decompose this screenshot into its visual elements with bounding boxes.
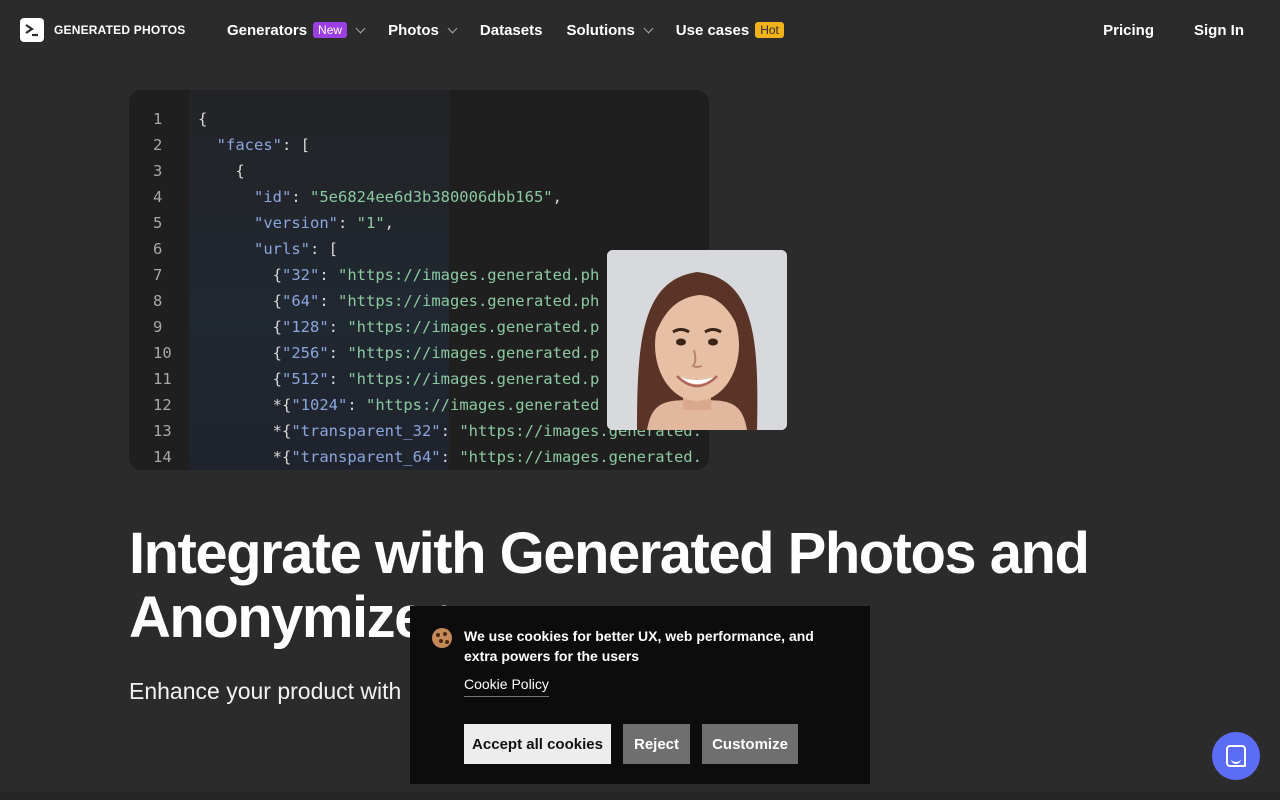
new-badge: New <box>313 22 348 38</box>
menu-solutions-label: Solutions <box>566 21 635 39</box>
menu-generators-label: Generators <box>227 21 308 39</box>
cookie-policy-link[interactable]: Cookie Policy <box>464 676 549 697</box>
menu-photos[interactable]: Photos <box>388 21 458 39</box>
cookie-banner: We use cookies for better UX, web perfor… <box>410 606 870 784</box>
code-text: { <box>235 162 245 180</box>
cookie-message: We use cookies for better UX, web perfor… <box>464 628 814 664</box>
chevron-down-icon <box>447 23 458 33</box>
top-nav: GENERATED PHOTOS Generators New Photos D… <box>0 0 1280 60</box>
menu-solutions[interactable]: Solutions <box>566 21 654 39</box>
main-menu: Generators New Photos Datasets Solutions… <box>227 0 808 60</box>
chat-icon <box>1226 745 1246 767</box>
nav-right: Pricing Sign In <box>1103 0 1244 60</box>
brand-logo[interactable]: GENERATED PHOTOS <box>20 18 185 42</box>
code-text: "id": "5e6824ee6d3b380006dbb165", <box>254 188 562 206</box>
line-number: 2 <box>153 136 163 154</box>
generated-face-photo <box>607 250 787 430</box>
code-text: "version": "1", <box>254 214 395 232</box>
accept-cookies-button[interactable]: Accept all cookies <box>464 724 611 764</box>
menu-photos-label: Photos <box>388 21 439 39</box>
line-number: 13 <box>153 422 172 440</box>
code-text: {"256": "https://images.generated.p <box>272 344 600 362</box>
code-text: {"32": "https://images.generated.ph <box>272 266 600 284</box>
sign-in-link[interactable]: Sign In <box>1194 22 1244 39</box>
code-text: *{"1024": "https://images.generated <box>272 396 600 414</box>
cookie-icon <box>432 628 452 648</box>
customize-cookies-button[interactable]: Customize <box>702 724 798 764</box>
code-text: "urls": [ <box>254 240 338 258</box>
menu-datasets-label: Datasets <box>479 21 543 39</box>
line-number: 8 <box>153 292 163 310</box>
code-text: *{"transparent_64": "https://images.gene… <box>272 448 702 466</box>
line-number: 10 <box>153 344 172 362</box>
line-number: 7 <box>153 266 163 284</box>
brand-name: GENERATED PHOTOS <box>54 23 186 37</box>
hot-badge: Hot <box>755 22 784 38</box>
line-number: 4 <box>153 188 163 206</box>
code-text: {"128": "https://images.generated.p <box>272 318 600 336</box>
reject-cookies-button[interactable]: Reject <box>623 724 690 764</box>
code-text: {"64": "https://images.generated.ph <box>272 292 600 310</box>
line-number: 5 <box>153 214 163 232</box>
line-number: 11 <box>153 370 172 388</box>
line-number: 9 <box>153 318 163 336</box>
chat-launcher-button[interactable] <box>1212 732 1260 780</box>
logo-icon <box>20 18 44 42</box>
page-subtitle: Enhance your product with <box>129 678 402 704</box>
menu-use-cases-label: Use cases <box>675 21 750 39</box>
menu-datasets[interactable]: Datasets <box>480 22 543 39</box>
line-number: 6 <box>153 240 163 258</box>
chevron-down-icon <box>355 23 366 33</box>
chevron-down-icon <box>643 23 654 33</box>
line-number: 14 <box>153 448 172 466</box>
menu-use-cases[interactable]: Use cases Hot <box>676 22 784 39</box>
menu-generators[interactable]: Generators New <box>227 21 366 39</box>
line-number: 12 <box>153 396 172 414</box>
code-text: {"512": "https://images.generated.p <box>272 370 600 388</box>
line-number: 3 <box>153 162 163 180</box>
code-text: "faces": [ <box>216 136 310 154</box>
code-text: { <box>198 110 208 128</box>
line-number: 1 <box>153 110 163 128</box>
pricing-link[interactable]: Pricing <box>1103 22 1154 39</box>
